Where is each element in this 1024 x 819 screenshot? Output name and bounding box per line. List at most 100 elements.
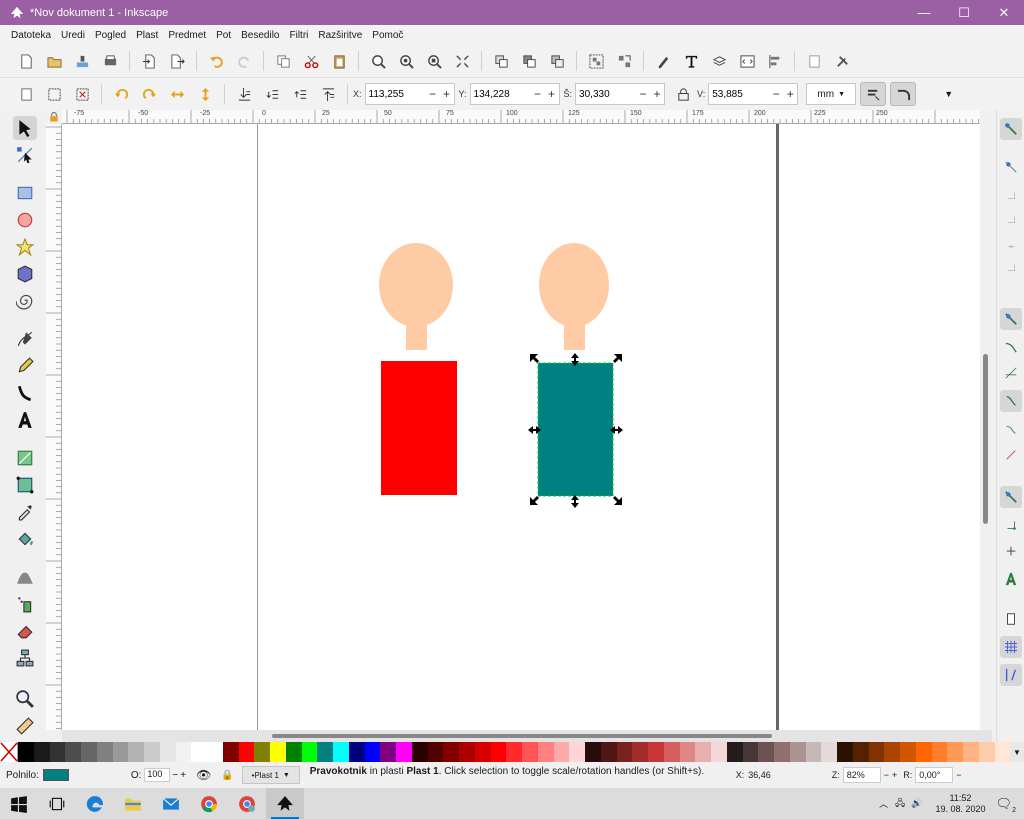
- lower-button[interactable]: [261, 83, 283, 105]
- padlock-icon[interactable]: 🔒: [221, 770, 233, 781]
- scale-handle-bottom-right[interactable]: [613, 496, 622, 505]
- scale-handle-bottom-left[interactable]: [530, 496, 539, 505]
- fill-color-indicator[interactable]: [42, 769, 69, 781]
- bezier-tool[interactable]: [13, 327, 37, 351]
- lock-ratio-button[interactable]: [672, 83, 694, 105]
- import-button[interactable]: [138, 50, 160, 72]
- horizontal-scrollbar[interactable]: [62, 730, 992, 742]
- height-input[interactable]: [709, 88, 770, 100]
- task-view-button[interactable]: [38, 788, 76, 819]
- zoom-drawing-button[interactable]: [395, 50, 417, 72]
- color-swatch[interactable]: [789, 742, 806, 762]
- color-swatch[interactable]: [33, 742, 50, 762]
- opacity-decrement-button[interactable]: −: [172, 770, 178, 781]
- star-tool[interactable]: [13, 235, 37, 259]
- vertical-scroll-thumb[interactable]: [983, 354, 988, 524]
- document-properties-button[interactable]: [803, 50, 825, 72]
- horizontal-scroll-thumb[interactable]: [272, 734, 772, 738]
- height-decrement-button[interactable]: −: [769, 87, 783, 101]
- minimize-button[interactable]: —: [904, 0, 944, 25]
- color-swatch[interactable]: [396, 742, 412, 762]
- vertical-ruler[interactable]: [46, 124, 62, 730]
- color-swatch[interactable]: [663, 742, 680, 762]
- color-swatch[interactable]: [301, 742, 318, 762]
- snap-guides-toggle[interactable]: [1000, 664, 1022, 686]
- connector-tool[interactable]: [13, 646, 37, 670]
- copy-button[interactable]: [272, 50, 294, 72]
- color-swatch[interactable]: [506, 742, 522, 762]
- unit-select[interactable]: mm ▼: [806, 83, 857, 105]
- color-swatch[interactable]: [585, 742, 601, 762]
- rotate-ccw-button[interactable]: [110, 83, 132, 105]
- spiral-tool[interactable]: [13, 289, 37, 313]
- start-button[interactable]: [0, 788, 38, 819]
- measure-tool[interactable]: [13, 714, 37, 738]
- color-swatch[interactable]: [411, 742, 428, 762]
- right-figure-neck[interactable]: [564, 322, 585, 350]
- y-input[interactable]: [470, 88, 531, 100]
- color-swatch[interactable]: [222, 742, 239, 762]
- preferences-button[interactable]: [831, 50, 853, 72]
- text-tool[interactable]: [13, 408, 37, 432]
- print-button[interactable]: [99, 50, 121, 72]
- color-swatch[interactable]: [459, 742, 475, 762]
- tweak-tool[interactable]: [13, 565, 37, 589]
- color-swatch[interactable]: [317, 742, 333, 762]
- group-button[interactable]: [585, 50, 607, 72]
- menu-path[interactable]: Pot: [211, 30, 236, 41]
- color-swatch[interactable]: [490, 742, 507, 762]
- rotation-decrement-button[interactable]: −: [956, 770, 961, 780]
- drawing-canvas[interactable]: [62, 124, 980, 730]
- color-swatch[interactable]: [742, 742, 759, 762]
- calligraphy-tool[interactable]: [13, 381, 37, 405]
- color-swatch[interactable]: [238, 742, 255, 762]
- snap-text-baseline-toggle[interactable]: [1000, 568, 1022, 590]
- menu-text[interactable]: Besedilo: [236, 30, 284, 41]
- color-swatch[interactable]: [868, 742, 885, 762]
- lock-guides-icon[interactable]: [48, 111, 60, 123]
- undo-button[interactable]: [205, 50, 227, 72]
- color-swatch[interactable]: [695, 742, 711, 762]
- color-swatch[interactable]: [569, 742, 585, 762]
- menu-file[interactable]: Datoteka: [6, 30, 56, 41]
- snap-page-border-toggle[interactable]: [1000, 608, 1022, 630]
- zoom-page-button[interactable]: [423, 50, 445, 72]
- snap-enable-toggle[interactable]: [1000, 118, 1022, 140]
- vertical-scrollbar[interactable]: [980, 124, 992, 730]
- left-figure-neck[interactable]: [406, 322, 427, 350]
- raise-button[interactable]: [289, 83, 311, 105]
- color-swatch[interactable]: [207, 742, 223, 762]
- zoom-tool[interactable]: [13, 687, 37, 711]
- ellipse-tool[interactable]: [13, 208, 37, 232]
- color-swatch[interactable]: [49, 742, 66, 762]
- zoom-selection-button[interactable]: [367, 50, 389, 72]
- unlink-clone-button[interactable]: [546, 50, 568, 72]
- left-figure-body-rectangle[interactable]: [381, 361, 457, 495]
- width-input[interactable]: [576, 88, 637, 100]
- paint-bucket-tool[interactable]: [13, 527, 37, 551]
- color-swatch[interactable]: [443, 742, 459, 762]
- height-increment-button[interactable]: +: [783, 87, 797, 101]
- color-swatch[interactable]: [821, 742, 837, 762]
- color-swatch[interactable]: [96, 742, 113, 762]
- menu-object[interactable]: Predmet: [163, 30, 211, 41]
- color-swatch[interactable]: [837, 742, 853, 762]
- zoom-increment-button[interactable]: +: [892, 770, 897, 780]
- snap-bbox-corners-toggle[interactable]: [1000, 208, 1022, 230]
- color-swatch[interactable]: [711, 742, 727, 762]
- snap-line-midpoints-toggle[interactable]: [1000, 444, 1022, 466]
- color-swatch[interactable]: [144, 742, 160, 762]
- color-swatch[interactable]: [994, 742, 1011, 762]
- palette-menu-icon[interactable]: ▼: [1010, 742, 1024, 762]
- ungroup-button[interactable]: [613, 50, 635, 72]
- color-swatch[interactable]: [270, 742, 286, 762]
- show-hidden-icons-chevron-icon[interactable]: ︿: [879, 797, 888, 810]
- color-swatch[interactable]: [81, 742, 97, 762]
- flip-horizontal-button[interactable]: [166, 83, 188, 105]
- color-swatch[interactable]: [726, 742, 743, 762]
- snap-path-intersections-toggle[interactable]: [1000, 362, 1022, 384]
- color-swatch[interactable]: [884, 742, 900, 762]
- select-all-layers-button[interactable]: [43, 83, 65, 105]
- color-swatch[interactable]: [112, 742, 129, 762]
- current-layer-select[interactable]: •Plast 1 ▼: [241, 766, 300, 784]
